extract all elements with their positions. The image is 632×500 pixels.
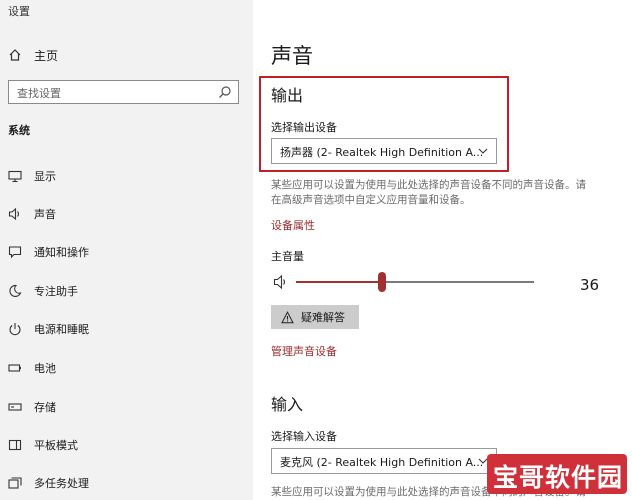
watermark-text: 宝哥软件园 [493, 463, 624, 492]
master-volume-label: 主音量 [271, 250, 304, 263]
output-device-dropdown[interactable]: 扬声器 (2- Realtek High Definition A... [271, 138, 497, 164]
sidebar-item-multitasking[interactable]: 多任务处理 [8, 472, 248, 494]
sidebar-item-battery[interactable]: 电池 [8, 357, 248, 379]
output-description: 某些应用可以设置为使用与此处选择的声音设备不同的声音设备。请 在高级声音选项中自… [271, 178, 623, 208]
volume-slider[interactable] [296, 272, 534, 292]
moon-icon [9, 284, 22, 297]
sidebar-item-label: 多任务处理 [34, 477, 89, 490]
window-title: 设置 [8, 5, 30, 18]
chevron-down-icon [478, 148, 488, 154]
sidebar-item-label: 通知和操作 [34, 246, 89, 259]
volume-value: 36 [580, 276, 600, 294]
sidebar-item-label: 电池 [34, 362, 56, 375]
volume-slider-fill [296, 281, 382, 283]
troubleshoot-button[interactable]: 疑难解答 [271, 305, 359, 329]
main-panel: 声音 输出 选择输出设备 扬声器 (2- Realtek High Defini… [253, 0, 632, 500]
output-description-line-2: 在高级声音选项中自定义应用音量和设备。 [271, 194, 471, 206]
sidebar-item-home[interactable]: 主页 [8, 46, 58, 64]
input-select-label: 选择输入设备 [271, 430, 337, 443]
battery-icon [8, 364, 21, 372]
sidebar-item-tablet-mode[interactable]: 平板模式 [8, 434, 248, 456]
troubleshoot-label: 疑难解答 [301, 311, 345, 324]
home-icon [9, 49, 21, 61]
page-title: 声音 [271, 44, 313, 68]
device-properties-link[interactable]: 设备属性 [271, 217, 315, 233]
watermark-logo: 宝哥软件园 [487, 452, 627, 496]
search-icon[interactable] [218, 85, 232, 99]
monitor-icon [8, 170, 22, 183]
sidebar-item-focus-assist[interactable]: 专注助手 [8, 280, 248, 302]
sidebar-item-notifications[interactable]: 通知和操作 [8, 241, 248, 263]
sidebar-item-storage[interactable]: 存储 [8, 396, 248, 418]
output-description-line-1: 某些应用可以设置为使用与此处选择的声音设备不同的声音设备。请 [271, 179, 586, 191]
output-device-value: 扬声器 (2- Realtek High Definition A... [280, 146, 484, 159]
output-heading: 输出 [271, 86, 304, 105]
search-placeholder: 查找设置 [17, 87, 61, 100]
input-heading: 输入 [271, 395, 304, 414]
storage-icon [8, 403, 22, 411]
search-input[interactable]: 查找设置 [8, 80, 239, 104]
tablet-icon [8, 439, 22, 451]
sidebar-item-label: 显示 [34, 170, 56, 183]
manage-sound-devices-link[interactable]: 管理声音设备 [271, 343, 337, 359]
sidebar-item-label: 平板模式 [34, 439, 78, 452]
power-icon [9, 323, 21, 336]
speaker-icon [8, 207, 20, 221]
sidebar-section-title: 系统 [8, 124, 30, 137]
sidebar-item-label: 声音 [34, 208, 56, 221]
sidebar-home-label: 主页 [34, 48, 59, 63]
sidebar-item-power[interactable]: 电源和睡眠 [8, 318, 248, 340]
volume-speaker-icon[interactable] [273, 274, 289, 290]
sidebar: 设置 主页 查找设置 系统 显示 声音 通知和操作 专注助手 电源和睡眠 电池 … [0, 0, 253, 500]
sidebar-item-label: 存储 [34, 401, 56, 414]
sidebar-item-sound[interactable]: 声音 [8, 203, 248, 225]
input-device-dropdown[interactable]: 麦克风 (2- Realtek High Definition A... [271, 448, 497, 474]
output-select-label: 选择输出设备 [271, 121, 337, 134]
volume-slider-thumb[interactable] [377, 272, 386, 292]
sidebar-item-label: 电源和睡眠 [34, 323, 89, 336]
input-device-value: 麦克风 (2- Realtek High Definition A... [280, 456, 484, 469]
sidebar-item-display[interactable]: 显示 [8, 165, 248, 187]
notification-icon [8, 246, 22, 259]
sidebar-item-label: 专注助手 [34, 285, 78, 298]
warning-icon [281, 310, 294, 323]
multitask-icon [8, 477, 22, 489]
